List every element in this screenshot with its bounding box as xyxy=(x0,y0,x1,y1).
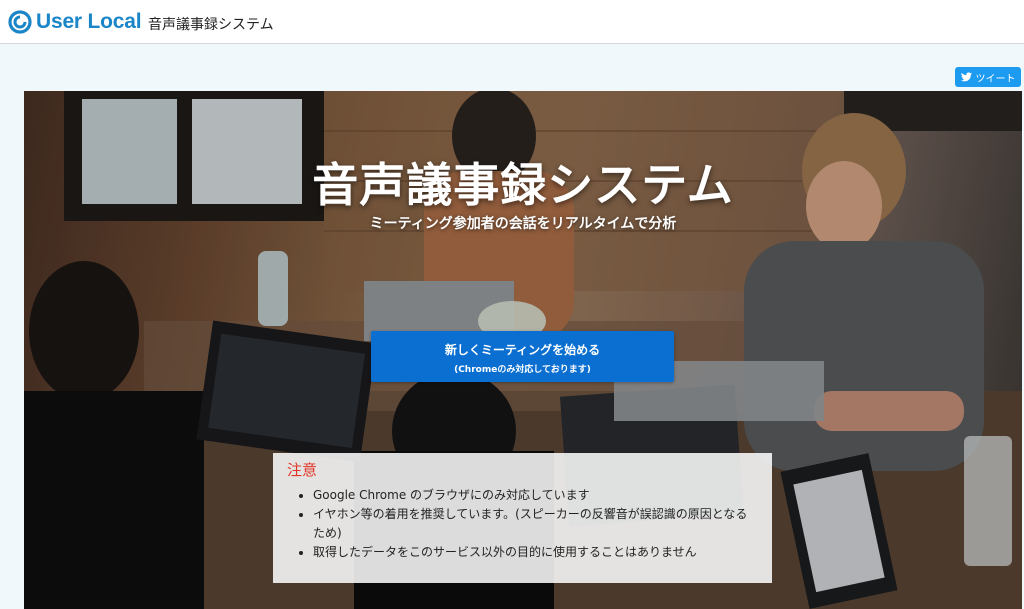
hero-subtitle: ミーティング参加者の会話をリアルタイムで分析 xyxy=(369,216,677,232)
start-meeting-button[interactable]: 新しくミーティングを始める (Chromeのみ対応しております) xyxy=(371,331,674,382)
user-local-logo-icon xyxy=(8,10,32,34)
notice-item: 取得したデータをこのサービス以外の目的に使用することはありません xyxy=(313,543,758,562)
notice-title: 注意 xyxy=(287,461,318,479)
hero-section: 音声議事録システム ミーティング参加者の会話をリアルタイムで分析 新しくミーティ… xyxy=(24,91,1022,609)
chrome-only-note: (Chromeのみ対応しております) xyxy=(454,365,591,375)
notice-box: 注意 Google Chrome のブラウザにのみ対応しています イヤホン等の着… xyxy=(273,453,772,583)
tweet-button[interactable]: ツイート xyxy=(955,67,1021,87)
system-name: 音声議事録システム xyxy=(148,17,274,33)
hero-title: 音声議事録システム xyxy=(312,158,734,212)
tweet-label: ツイート xyxy=(975,73,1016,85)
notice-list: Google Chrome のブラウザにのみ対応しています イヤホン等の着用を推… xyxy=(287,486,758,562)
site-header: User Local 音声議事録システム xyxy=(0,0,1024,44)
user-local-logo[interactable]: User Local xyxy=(8,9,142,35)
notice-item: イヤホン等の着用を推奨しています。(スピーカーの反響音が誤認識の原因となるため) xyxy=(313,505,758,543)
logo-text: User Local xyxy=(36,10,142,33)
start-meeting-label: 新しくミーティングを始める xyxy=(444,343,601,357)
twitter-bird-icon xyxy=(960,72,972,82)
notice-item: Google Chrome のブラウザにのみ対応しています xyxy=(313,486,758,505)
